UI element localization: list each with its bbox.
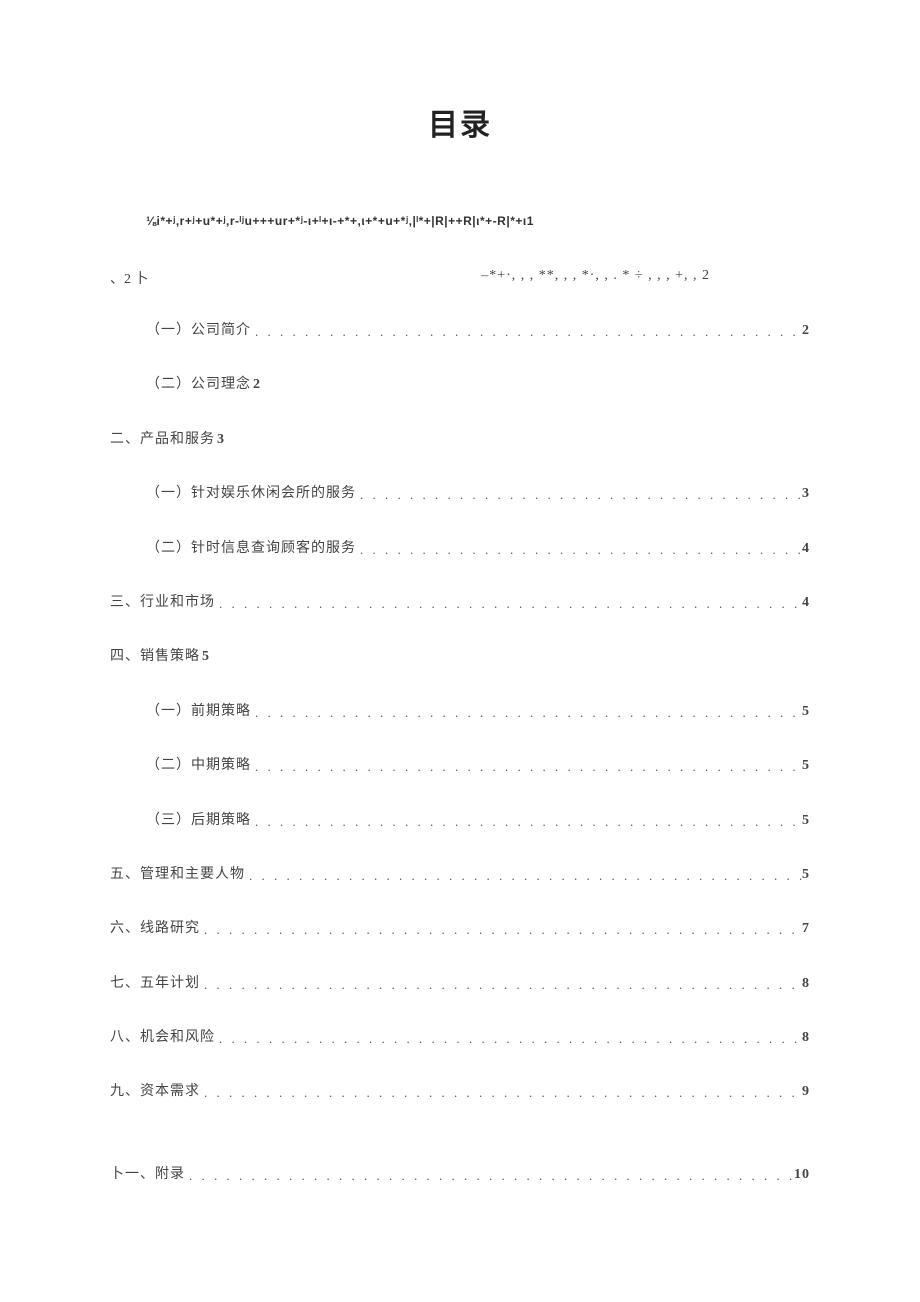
toc-label: 二、产品和服务 [110, 429, 215, 451]
toc-leader-dots: . . . . . . . . . . . . . . . . . . . . … [356, 540, 802, 561]
toc-row: （二）公司理念 2 [110, 374, 810, 396]
toc-row: 七、五年计划. . . . . . . . . . . . . . . . . … [110, 973, 810, 995]
toc-label: 六、线路研究 [110, 918, 200, 940]
toc-label: （二）公司理念 [146, 374, 251, 396]
toc-leader-dots: . . . . . . . . . . . . . . . . . . . . … [356, 485, 802, 506]
toc-leader-dots: . . . . . . . . . . . . . . . . . . . . … [251, 757, 802, 778]
toc-leader-dots: . . . . . . . . . . . . . . . . . . . . … [215, 594, 802, 615]
toc-page-number: 5 [802, 701, 810, 723]
toc-leader-dots: . . . . . . . . . . . . . . . . . . . . … [245, 866, 802, 887]
toc-container: （一）公司简介. . . . . . . . . . . . . . . . .… [110, 320, 810, 1186]
toc-row: （一）前期策略. . . . . . . . . . . . . . . . .… [110, 701, 810, 723]
toc-split-row: 、2 卜 –*+·, , , **, , , *·, , . * ÷ , , ,… [110, 268, 810, 288]
toc-label: 五、管理和主要人物 [110, 864, 245, 886]
toc-row: 六、线路研究. . . . . . . . . . . . . . . . . … [110, 918, 810, 940]
toc-page-number: 2 [802, 320, 810, 342]
toc-page-number: 9 [802, 1081, 810, 1103]
toc-leader-dots: . . . . . . . . . . . . . . . . . . . . … [200, 1083, 802, 1104]
toc-label: 九、资本需求 [110, 1081, 200, 1103]
toc-label: （三）后期策略 [146, 810, 251, 832]
toc-row: （一）针对娱乐休闲会所的服务. . . . . . . . . . . . . … [110, 483, 810, 505]
toc-row: 五、管理和主要人物. . . . . . . . . . . . . . . .… [110, 864, 810, 886]
toc-leader-dots: . . . . . . . . . . . . . . . . . . . . … [251, 322, 802, 343]
toc-page-number: 8 [802, 1027, 810, 1049]
toc-row: 三、行业和市场. . . . . . . . . . . . . . . . .… [110, 592, 810, 614]
toc-page-number: 8 [802, 973, 810, 995]
toc-split-left: 、2 卜 [110, 268, 149, 288]
toc-page-number: 5 [802, 755, 810, 777]
ocr-garble-line: ⅛i*+ʲ,r+ʲ+u*+ʲ,r-ˡʲu+++ur+*ʲ-ι+ˡ+ι-+*+,ι… [146, 214, 810, 228]
toc-leader-dots: . . . . . . . . . . . . . . . . . . . . … [215, 1029, 802, 1050]
toc-row: 卜一、附录. . . . . . . . . . . . . . . . . .… [110, 1164, 810, 1186]
toc-row: 二、产品和服务 3 [110, 429, 810, 451]
toc-label: （一）前期策略 [146, 701, 251, 723]
toc-row: 四、销售策略 5 [110, 646, 810, 668]
toc-label: 卜一、附录 [110, 1164, 185, 1186]
toc-row: （二）中期策略. . . . . . . . . . . . . . . . .… [110, 755, 810, 777]
toc-page-number: 3 [217, 429, 225, 451]
toc-label: （一）针对娱乐休闲会所的服务 [146, 483, 356, 505]
toc-leader-dots: . . . . . . . . . . . . . . . . . . . . … [200, 920, 802, 941]
toc-label: 八、机会和风险 [110, 1027, 215, 1049]
toc-page-number: 2 [253, 374, 261, 396]
toc-label: 三、行业和市场 [110, 592, 215, 614]
toc-page-number: 4 [802, 538, 810, 560]
toc-label: （一）公司简介 [146, 320, 251, 342]
toc-page-number: 3 [802, 483, 810, 505]
toc-page-number: 5 [802, 864, 810, 886]
toc-label: （二）中期策略 [146, 755, 251, 777]
toc-page-number: 10 [794, 1164, 810, 1186]
toc-page-number: 5 [802, 810, 810, 832]
toc-leader-dots: . . . . . . . . . . . . . . . . . . . . … [185, 1166, 794, 1187]
toc-page-number: 7 [802, 918, 810, 940]
toc-leader-dots: . . . . . . . . . . . . . . . . . . . . … [251, 812, 802, 833]
toc-row: （一）公司简介. . . . . . . . . . . . . . . . .… [110, 320, 810, 342]
toc-label: 四、销售策略 [110, 646, 200, 668]
toc-row: （二）针时信息查询顾客的服务. . . . . . . . . . . . . … [110, 538, 810, 560]
toc-leader-dots: . . . . . . . . . . . . . . . . . . . . … [251, 703, 802, 724]
toc-split-right: –*+·, , , **, , , *·, , . * ÷ , , , +, ,… [481, 268, 810, 288]
toc-row: 八、机会和风险. . . . . . . . . . . . . . . . .… [110, 1027, 810, 1049]
toc-row: 九、资本需求. . . . . . . . . . . . . . . . . … [110, 1081, 810, 1103]
toc-label: 七、五年计划 [110, 973, 200, 995]
page-title: 目录 [110, 100, 810, 144]
toc-leader-dots: . . . . . . . . . . . . . . . . . . . . … [200, 975, 802, 996]
document-page: 目录 ⅛i*+ʲ,r+ʲ+u*+ʲ,r-ˡʲu+++ur+*ʲ-ι+ˡ+ι-+*… [0, 0, 920, 1298]
toc-row: （三）后期策略. . . . . . . . . . . . . . . . .… [110, 810, 810, 832]
toc-page-number: 4 [802, 592, 810, 614]
toc-page-number: 5 [202, 646, 210, 668]
toc-label: （二）针时信息查询顾客的服务 [146, 538, 356, 560]
